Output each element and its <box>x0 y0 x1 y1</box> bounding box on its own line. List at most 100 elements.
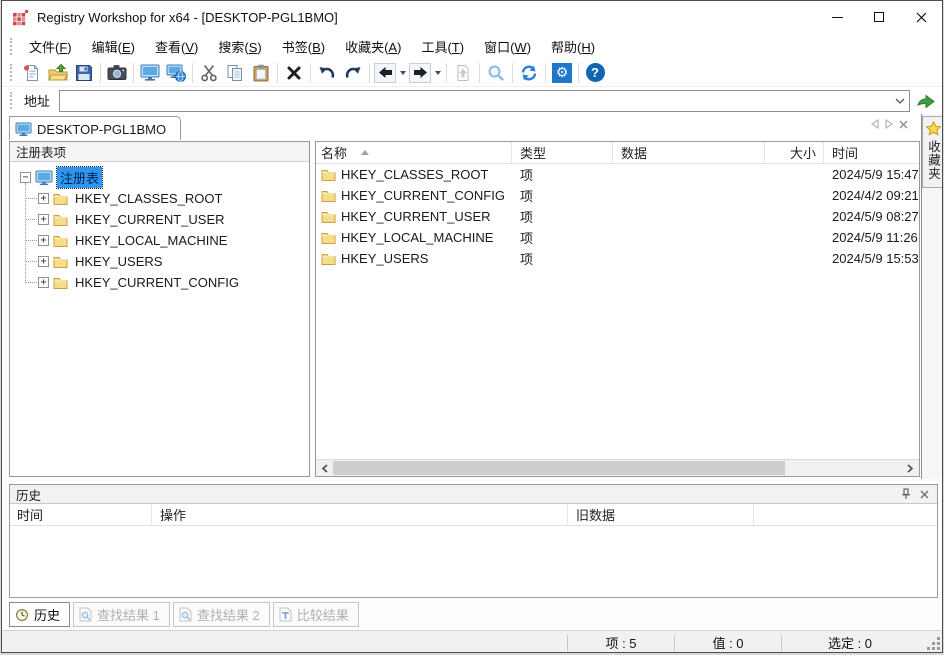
options-icon <box>552 63 572 83</box>
scrollbar-thumb[interactable] <box>333 461 785 475</box>
column-header-time[interactable]: 时间 <box>824 142 919 163</box>
expand-icon[interactable] <box>38 277 49 288</box>
snapshot-icon <box>107 64 127 81</box>
resize-grip[interactable] <box>918 631 943 653</box>
tree-item[interactable]: HKEY_CURRENT_USER <box>10 209 309 230</box>
horizontal-scrollbar[interactable] <box>316 459 919 476</box>
local-computer-button[interactable] <box>137 61 163 85</box>
bottom-tab[interactable]: 比较结果 <box>273 602 359 627</box>
favorites-tab[interactable]: 收藏夹 <box>922 116 943 188</box>
tab-desktop-pgl1bmo[interactable]: DESKTOP-PGL1BMO <box>9 116 181 141</box>
menu-item[interactable]: 书签(B) <box>272 34 335 59</box>
menu-item[interactable]: 工具(T) <box>411 34 474 59</box>
tab-close-icon[interactable] <box>899 120 908 129</box>
find-button[interactable] <box>483 61 509 85</box>
tree-item-root[interactable]: 注册表 <box>10 167 309 188</box>
history-close-button[interactable] <box>915 486 933 502</box>
cell-type: 项 <box>512 186 613 205</box>
help-button[interactable] <box>582 61 608 85</box>
tree-item[interactable]: HKEY_LOCAL_MACHINE <box>10 230 309 251</box>
new-file-button[interactable] <box>19 61 45 85</box>
find-icon <box>487 64 505 82</box>
column-header-type[interactable]: 类型 <box>512 142 613 163</box>
bottom-tab[interactable]: 历史 <box>9 602 70 627</box>
tree-item[interactable]: HKEY_CURRENT_CONFIG <box>10 272 309 293</box>
menu-item[interactable]: 查看(V) <box>145 34 208 59</box>
forward-dropdown[interactable] <box>432 63 443 83</box>
menu-item[interactable]: 文件(F) <box>19 34 82 59</box>
menu-item[interactable]: 编辑(E) <box>82 34 145 59</box>
minimize-button[interactable] <box>816 1 858 33</box>
expand-icon[interactable] <box>38 235 49 246</box>
tree-item[interactable]: HKEY_USERS <box>10 251 309 272</box>
maximize-icon <box>874 12 884 22</box>
menu-item[interactable]: 帮助(H) <box>541 34 605 59</box>
scroll-left-icon[interactable] <box>316 460 333 476</box>
expand-icon[interactable] <box>38 214 49 225</box>
maximize-button[interactable] <box>858 1 900 33</box>
column-header-size[interactable]: 大小 <box>765 142 824 163</box>
tree-item-label[interactable]: HKEY_USERS <box>72 253 165 270</box>
pin-button[interactable] <box>897 486 915 502</box>
table-row[interactable]: HKEY_USERS 项 2024/5/9 15:53: <box>316 248 919 269</box>
bottom-tab[interactable]: 查找结果 2 <box>173 602 270 627</box>
tree-item-label[interactable]: HKEY_CLASSES_ROOT <box>72 190 225 207</box>
tab-scroll-left-icon[interactable] <box>871 119 879 129</box>
undo-button[interactable] <box>314 61 340 85</box>
options-button[interactable] <box>549 61 575 85</box>
table-row[interactable]: HKEY_CURRENT_USER 项 2024/5/9 08:27: <box>316 206 919 227</box>
history-column-old-data[interactable]: 旧数据 <box>568 504 754 525</box>
address-gripper[interactable] <box>10 92 15 109</box>
back-button[interactable] <box>374 63 396 83</box>
expand-icon[interactable] <box>38 256 49 267</box>
tree-item-label[interactable]: HKEY_CURRENT_CONFIG <box>72 274 242 291</box>
go-button[interactable] <box>910 89 942 113</box>
table-row[interactable]: HKEY_CURRENT_CONFIG 项 2024/4/2 09:21: <box>316 185 919 206</box>
address-bar: 地址 <box>2 87 942 114</box>
open-button[interactable] <box>45 61 71 85</box>
remote-computer-button[interactable] <box>163 61 189 85</box>
back-dropdown[interactable] <box>397 63 408 83</box>
expand-icon[interactable] <box>38 193 49 204</box>
address-input[interactable] <box>60 91 909 111</box>
menu-item[interactable]: 窗口(W) <box>474 34 541 59</box>
favorites-label: 收藏夹 <box>924 140 943 181</box>
toolbar-gripper[interactable] <box>10 64 15 81</box>
collapse-icon[interactable] <box>20 172 31 183</box>
forward-button[interactable] <box>409 63 431 83</box>
save-button[interactable] <box>71 61 97 85</box>
table-row[interactable]: HKEY_CLASSES_ROOT 项 2024/5/9 15:47: <box>316 164 919 185</box>
close-button[interactable] <box>900 1 942 33</box>
tree-item-label[interactable]: HKEY_LOCAL_MACHINE <box>72 232 230 249</box>
cell-type: 项 <box>512 207 613 226</box>
tree-item-label[interactable]: 注册表 <box>57 167 102 188</box>
column-header-data[interactable]: 数据 <box>613 142 765 163</box>
tree-item[interactable]: HKEY_CLASSES_ROOT <box>10 188 309 209</box>
snapshot-button[interactable] <box>104 61 130 85</box>
history-column-time[interactable]: 时间 <box>10 504 152 525</box>
delete-button[interactable] <box>281 61 307 85</box>
chevron-down-icon <box>895 98 905 104</box>
menu-item[interactable]: 收藏夹(A) <box>335 34 411 59</box>
tab-scroll-right-icon[interactable] <box>885 119 893 129</box>
menu-gripper[interactable] <box>10 38 15 55</box>
paste-button[interactable] <box>248 61 274 85</box>
redo-button[interactable] <box>340 61 366 85</box>
folder-icon <box>321 231 336 244</box>
copy-button[interactable] <box>222 61 248 85</box>
column-header-name[interactable]: 名称 <box>316 142 512 163</box>
menu-item[interactable]: 搜索(S) <box>208 34 271 59</box>
up-button[interactable] <box>450 61 476 85</box>
toolbar <box>2 59 942 87</box>
refresh-button[interactable] <box>516 61 542 85</box>
tab-label: DESKTOP-PGL1BMO <box>37 122 166 137</box>
scroll-right-icon[interactable] <box>902 460 919 476</box>
main-area: 注册表项 注册表 HKEY_CLASSES_ROOT HKEY_CURRENT_… <box>2 140 943 479</box>
bottom-tab[interactable]: 查找结果 1 <box>73 602 170 627</box>
table-row[interactable]: HKEY_LOCAL_MACHINE 项 2024/5/9 11:26: <box>316 227 919 248</box>
address-dropdown[interactable] <box>890 91 909 111</box>
history-column-operation[interactable]: 操作 <box>152 504 568 525</box>
tree-item-label[interactable]: HKEY_CURRENT_USER <box>72 211 228 228</box>
sort-asc-icon <box>361 150 369 155</box>
cut-button[interactable] <box>196 61 222 85</box>
